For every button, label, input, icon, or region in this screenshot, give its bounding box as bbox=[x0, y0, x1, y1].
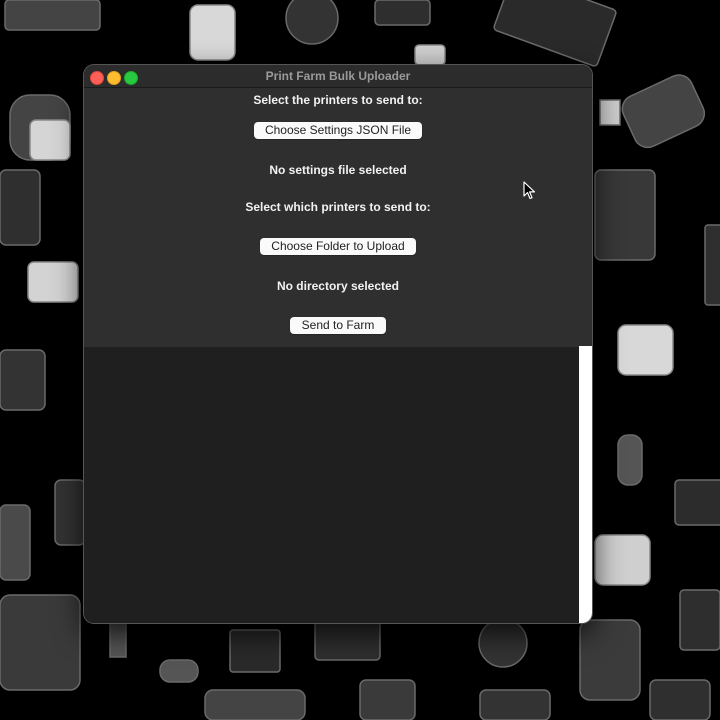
settings-file-status: No settings file selected bbox=[269, 163, 407, 177]
app-window: Print Farm Bulk Uploader Select the prin… bbox=[84, 65, 592, 623]
directory-status: No directory selected bbox=[276, 279, 400, 293]
empty-content-area bbox=[84, 347, 578, 623]
choose-settings-button[interactable]: Choose Settings JSON File bbox=[254, 122, 422, 139]
uploader-form: Select the printers to send to: Choose S… bbox=[84, 88, 592, 347]
choose-folder-button[interactable]: Choose Folder to Upload bbox=[260, 238, 416, 255]
scrollbar[interactable] bbox=[579, 346, 592, 623]
send-to-farm-button[interactable]: Send to Farm bbox=[290, 317, 386, 334]
mouse-pointer-icon bbox=[523, 181, 536, 200]
which-printers-heading: Select which printers to send to: bbox=[245, 200, 431, 214]
printers-heading: Select the printers to send to: bbox=[253, 93, 423, 107]
title-bar[interactable]: Print Farm Bulk Uploader bbox=[84, 65, 592, 88]
desktop: Print Farm Bulk Uploader Select the prin… bbox=[0, 0, 720, 720]
window-title: Print Farm Bulk Uploader bbox=[265, 69, 411, 83]
